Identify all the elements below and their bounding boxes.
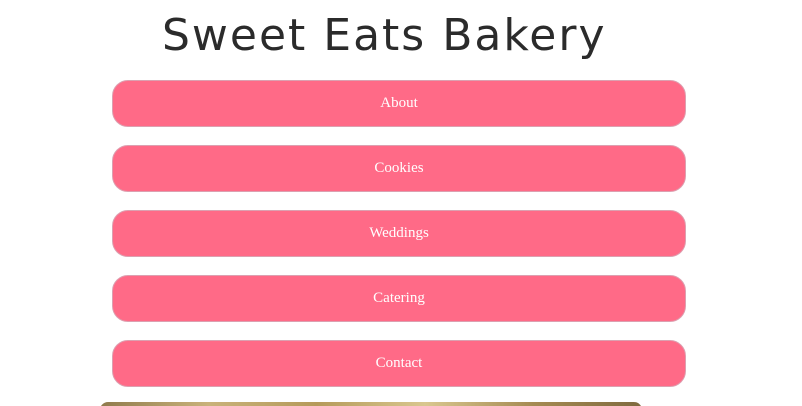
- nav-button-weddings[interactable]: Weddings: [112, 210, 686, 257]
- nav-button-contact[interactable]: Contact: [112, 340, 686, 387]
- nav-button-about[interactable]: About: [112, 80, 686, 127]
- page: Sweet Eats Bakery About Cookies Weddings…: [0, 0, 802, 406]
- nav-button-cookies[interactable]: Cookies: [112, 145, 686, 192]
- site-title: Sweet Eats Bakery: [162, 10, 607, 61]
- hero-image: [100, 402, 642, 406]
- nav-button-catering[interactable]: Catering: [112, 275, 686, 322]
- main-nav: About Cookies Weddings Catering Contact: [112, 80, 686, 405]
